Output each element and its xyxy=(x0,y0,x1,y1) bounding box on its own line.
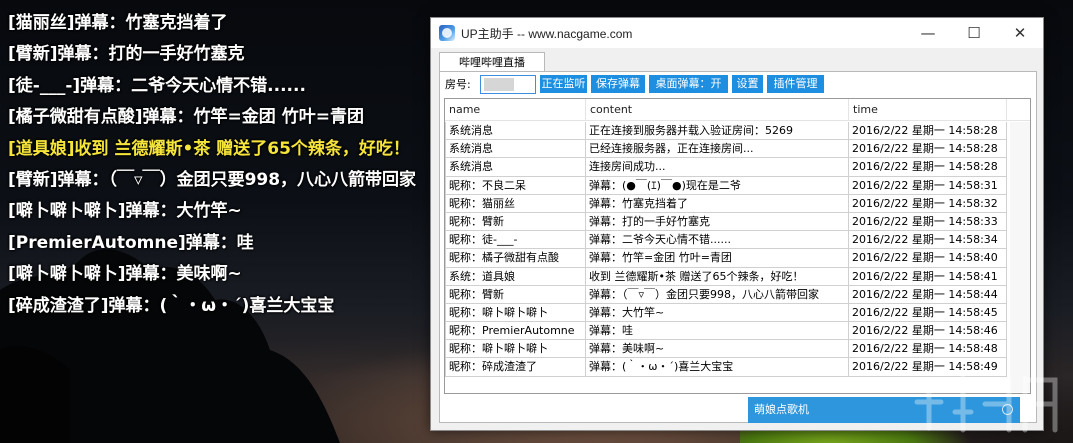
cell-time: 2016/2/22 星期一 14:58:31 xyxy=(849,176,1007,195)
minimize-button[interactable]: — xyxy=(905,18,951,48)
cell-content: 弹幕：美味啊~ xyxy=(586,340,849,359)
popup-label: 萌娘点歌机 xyxy=(754,403,809,416)
table-row[interactable]: 昵称：PremierAutomne 弹幕：哇 2016/2/22 星期一 14:58… xyxy=(445,322,1007,341)
table-row[interactable]: 昵称：臂新 弹幕：（￣▿￣）金团只要998，八心八箭带回家 2016/2/22 星期… xyxy=(445,285,1007,304)
cell-time: 2016/2/22 星期一 14:58:45 xyxy=(849,303,1007,323)
danmaku-line: [噼卜噼卜噼卜]弹幕：美味啊~ xyxy=(8,264,242,285)
cell-name: 昵称：噼卜噼卜噼卜 xyxy=(445,303,586,323)
cell-time: 2016/2/22 星期一 14:58:41 xyxy=(849,267,1007,286)
close-button[interactable]: ✕ xyxy=(997,18,1043,48)
table-row[interactable]: 系统：道具娘 收到 兰德耀斯•茶 赠送了65个辣条，好吃！ 2016/2/22 星期… xyxy=(445,267,1007,286)
title-bar[interactable]: UP主助手 -- www.nacgame.com — ☐ ✕ xyxy=(431,18,1043,48)
table-row[interactable]: 系统消息 连接房间成功... 2016/2/22 星期一 14:58:28 xyxy=(445,158,1007,177)
cell-time: 2016/2/22 星期一 14:58:32 xyxy=(849,194,1007,213)
maximize-button[interactable]: ☐ xyxy=(951,18,997,48)
danmaku-table: name content time 系统消息 正在连接到服务器并载入验证房间：52… xyxy=(444,98,1031,394)
cell-time: 2016/2/22 星期一 14:58:33 xyxy=(849,212,1007,232)
table-row[interactable]: 昵称：徒-___- 弹幕：二爷今天心情不错...... 2016/2/22 星期一 … xyxy=(445,231,1007,250)
table-row[interactable]: 昵称：臂新 弹幕：打的一手好竹塞克 2016/2/22 星期一 14:58:33 xyxy=(445,212,1007,232)
column-header-time[interactable]: time xyxy=(849,99,1007,121)
danmaku-line: [噼卜噼卜噼卜]弹幕：大竹竿~ xyxy=(8,201,242,222)
cell-time: 2016/2/22 星期一 14:58:46 xyxy=(849,322,1007,341)
cell-content: 弹幕：竹塞克挡着了 xyxy=(586,194,849,213)
tab-bilibili-live[interactable]: 哔哩哔哩直播 xyxy=(439,52,545,72)
danmaku-line: [PremierAutomne]弹幕：哇 xyxy=(8,232,254,253)
monitor-button[interactable]: 正在监听 xyxy=(540,75,587,93)
vertical-scrollbar[interactable] xyxy=(1010,122,1030,392)
table-row[interactable]: 系统消息 已经连接服务器，正在连接房间... 2016/2/22 星期一 14:58… xyxy=(445,140,1007,159)
cell-time: 2016/2/22 星期一 14:58:48 xyxy=(849,340,1007,359)
danmaku-overlay: [猫丽丝]弹幕：竹塞克挡着了 [臂新]弹幕：打的一手好竹塞克 [徒-___-]弹幕：… xyxy=(8,8,448,322)
danmaku-line: [碎成渣渣了]弹幕：(｀・ω・´)喜兰大宝宝 xyxy=(8,295,335,316)
room-label: 房号: xyxy=(445,78,471,91)
table-body: 系统消息 正在连接到服务器并载入验证房间：5269 2016/2/22 星期一 14… xyxy=(445,122,1007,377)
table-row[interactable]: 昵称：不良二呆 弹幕：(●￣(ｴ)￣●)现在是二爷 2016/2/22 星期一 14… xyxy=(445,176,1007,195)
room-number-redacted xyxy=(484,78,514,91)
cell-name: 系统：道具娘 xyxy=(445,267,586,286)
danmaku-line: [道具娘]收到 兰德耀斯•茶 赠送了65个辣条，好吃！ xyxy=(8,138,410,159)
cell-time: 2016/2/22 星期一 14:58:40 xyxy=(849,249,1007,268)
plugin-manager-button[interactable]: 插件管理 xyxy=(767,75,824,93)
cell-content: 已经连接服务器，正在连接房间... xyxy=(586,140,849,159)
danmaku-line: [猫丽丝]弹幕：竹塞克挡着了 xyxy=(8,13,228,33)
cell-content: 弹幕：竹竿=金团 竹叶=青团 xyxy=(586,249,849,268)
table-row[interactable]: 昵称：橘子微甜有点酸 弹幕：竹竿=金团 竹叶=青团 2016/2/22 星期一 14… xyxy=(445,249,1007,268)
table-row[interactable]: 昵称：噼卜噼卜噼卜 弹幕：大竹竿~ 2016/2/22 星期一 14:58:45 xyxy=(445,303,1007,323)
column-header-content[interactable]: content xyxy=(586,99,849,121)
cell-content: 弹幕：二爷今天心情不错...... xyxy=(586,231,849,250)
cell-name: 昵称：碎成渣渣了 xyxy=(445,358,586,377)
cell-content: 弹幕：(｀・ω・´)喜兰大宝宝 xyxy=(586,358,849,377)
desktop-danmaku-toggle[interactable]: 桌面弹幕：开 xyxy=(649,75,728,93)
save-danmaku-button[interactable]: 保存弹幕 xyxy=(591,75,645,93)
cell-name: 系统消息 xyxy=(445,122,586,141)
cell-content: 连接房间成功... xyxy=(586,158,849,177)
cell-content: 收到 兰德耀斯•茶 赠送了65个辣条，好吃！ xyxy=(586,267,849,286)
cell-time: 2016/2/22 星期一 14:58:28 xyxy=(849,122,1007,141)
danmaku-line: [臂新]弹幕：（￣▿￣）金团只要998，八心八箭带回家 xyxy=(8,169,417,190)
window-title: UP主助手 -- www.nacgame.com xyxy=(461,27,633,41)
cell-content: 正在连接到服务器并载入验证房间：5269 xyxy=(586,122,849,141)
cell-name: 系统消息 xyxy=(445,140,586,159)
table-header: name content time xyxy=(445,99,1030,121)
cell-name: 昵称：臂新 xyxy=(445,285,586,304)
cell-time: 2016/2/22 星期一 14:58:34 xyxy=(849,231,1007,250)
cell-name: 昵称：不良二呆 xyxy=(445,176,586,195)
cell-time: 2016/2/22 星期一 14:58:28 xyxy=(849,158,1007,177)
table-row[interactable]: 系统消息 正在连接到服务器并载入验证房间：5269 2016/2/22 星期一 14… xyxy=(445,122,1007,141)
app-logo-icon xyxy=(439,25,455,41)
cell-name: 昵称：PremierAutomne xyxy=(445,322,586,341)
danmaku-line: [臂新]弹幕：打的一手好竹塞克 xyxy=(8,44,245,65)
danmaku-line: [徒-___-]弹幕：二爷今天心情不错...... xyxy=(8,75,306,96)
cell-time: 2016/2/22 星期一 14:58:44 xyxy=(849,285,1007,304)
table-row[interactable]: 昵称：猫丽丝 弹幕：竹塞克挡着了 2016/2/22 星期一 14:58:32 xyxy=(445,194,1007,213)
cell-name: 昵称：臂新 xyxy=(445,212,586,232)
cell-content: 弹幕：大竹竿~ xyxy=(586,303,849,323)
cell-name: 昵称：猫丽丝 xyxy=(445,194,586,213)
column-header-name[interactable]: name xyxy=(445,99,586,121)
cell-content: 弹幕：打的一手好竹塞克 xyxy=(586,212,849,232)
cell-content: 弹幕：(●￣(ｴ)￣●)现在是二爷 xyxy=(586,176,849,195)
cell-content: 弹幕：（￣▿￣）金团只要998，八心八箭带回家 xyxy=(586,285,849,304)
cell-name: 昵称：徒-___- xyxy=(445,231,586,250)
watermark-logo xyxy=(910,375,1058,433)
cell-content: 弹幕：哇 xyxy=(586,322,849,341)
cell-name: 昵称：噼卜噼卜噼卜 xyxy=(445,340,586,359)
table-row[interactable]: 昵称：噼卜噼卜噼卜 弹幕：美味啊~ 2016/2/22 星期一 14:58:48 xyxy=(445,340,1007,359)
cell-time: 2016/2/22 星期一 14:58:28 xyxy=(849,140,1007,159)
cell-name: 昵称：橘子微甜有点酸 xyxy=(445,249,586,268)
danmaku-line: [橘子微甜有点酸]弹幕：竹竿=金团 竹叶=青团 xyxy=(8,107,364,128)
settings-button[interactable]: 设置 xyxy=(732,75,763,93)
cell-name: 系统消息 xyxy=(445,158,586,177)
